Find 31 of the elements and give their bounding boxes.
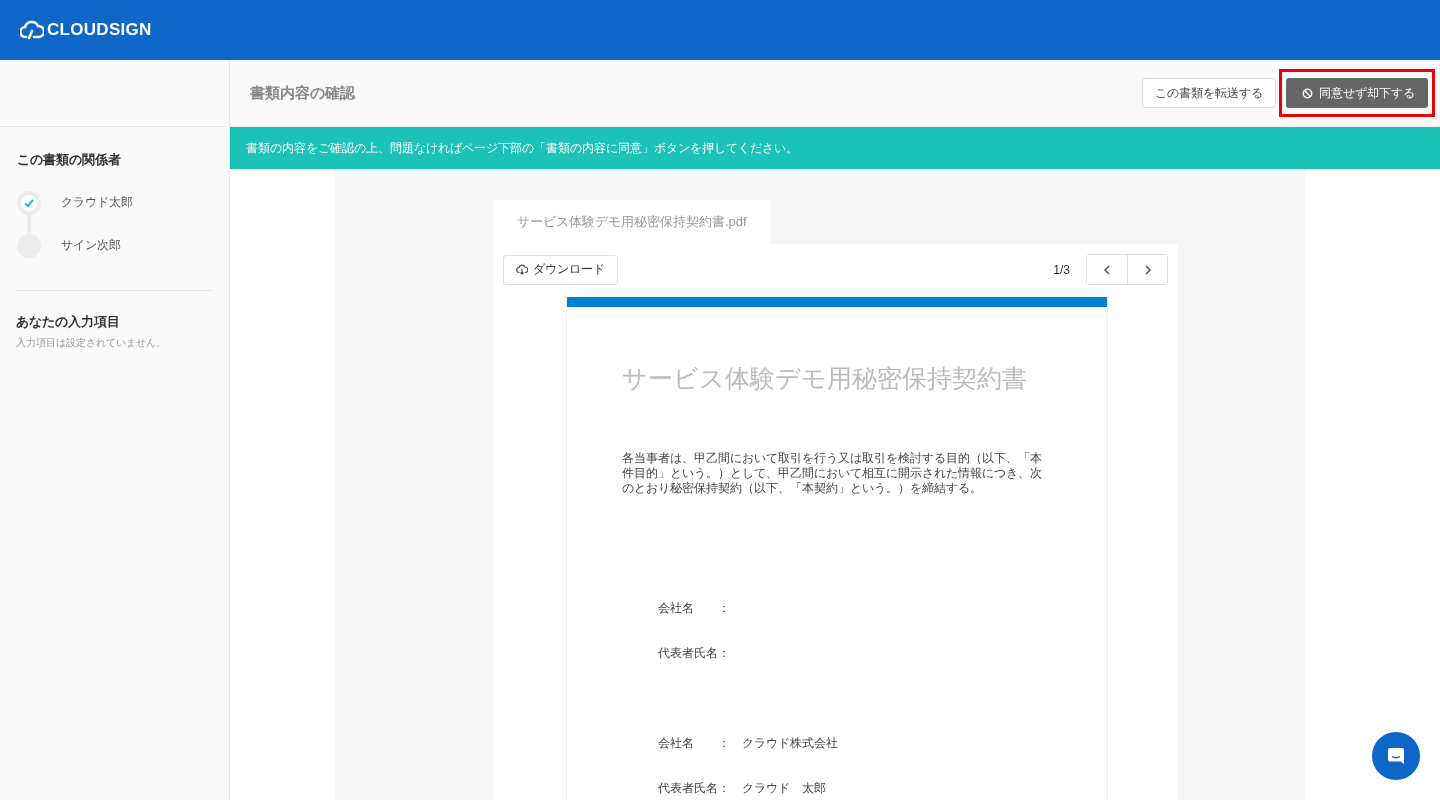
cloud-download-icon [516, 264, 528, 275]
field-value: クラウド 太郎 [742, 780, 826, 796]
forward-button[interactable]: この書類を転送する [1142, 78, 1276, 108]
chevron-left-icon [1103, 264, 1111, 275]
download-button[interactable]: ダウンロード [503, 254, 618, 285]
section-title: この書類の関係者 [17, 151, 122, 169]
participant-name: サイン次郎 [61, 237, 121, 254]
cloud-logo-icon [20, 20, 44, 40]
section-title: あなたの入力項目 [16, 313, 121, 331]
chevron-right-icon [1143, 264, 1152, 275]
page-indicator: 1/3 [1053, 262, 1070, 277]
field-label: 代表者氏名 [658, 780, 718, 796]
document-title: サービス体験デモ用秘密保持契約書 [622, 363, 1028, 394]
page-title: 書類内容の確認 [250, 83, 356, 103]
participant-name: クラウド太郎 [61, 194, 133, 211]
document-paragraph: 各当事者は、甲乙間において取引を行う又は取引を検討する目的（以下、「本件目的」という。）として、甲乙間において相互に開示された情報につき、次のとおり秘密保持契約（以下、「本契約」という。）を締結する。 [622, 451, 1043, 496]
reject-button[interactable]: 同意せず却下する [1286, 78, 1428, 108]
field-value: クラウド株式会社 [742, 735, 838, 751]
chat-icon [1386, 746, 1406, 766]
logo-text: CLOUDSIGN [47, 20, 152, 40]
field-separator: ： [718, 645, 731, 661]
notice-banner: 書類の内容をご確認の上、問題なければページ下部の「書類の内容に同意」ボタンを押してください。 [230, 127, 1440, 169]
field-separator: ： [718, 780, 731, 796]
field-separator: ： [718, 600, 731, 616]
field-label: 会社名 [658, 735, 695, 751]
field-label: 会社名 [658, 600, 695, 616]
field-label: 代表者氏名 [658, 645, 718, 661]
prohibited-icon [1302, 87, 1313, 99]
field-separator: ： [718, 735, 731, 751]
next-page-button[interactable] [1127, 255, 1167, 284]
empty-note: 入力項目は設定されていません。 [16, 337, 167, 350]
